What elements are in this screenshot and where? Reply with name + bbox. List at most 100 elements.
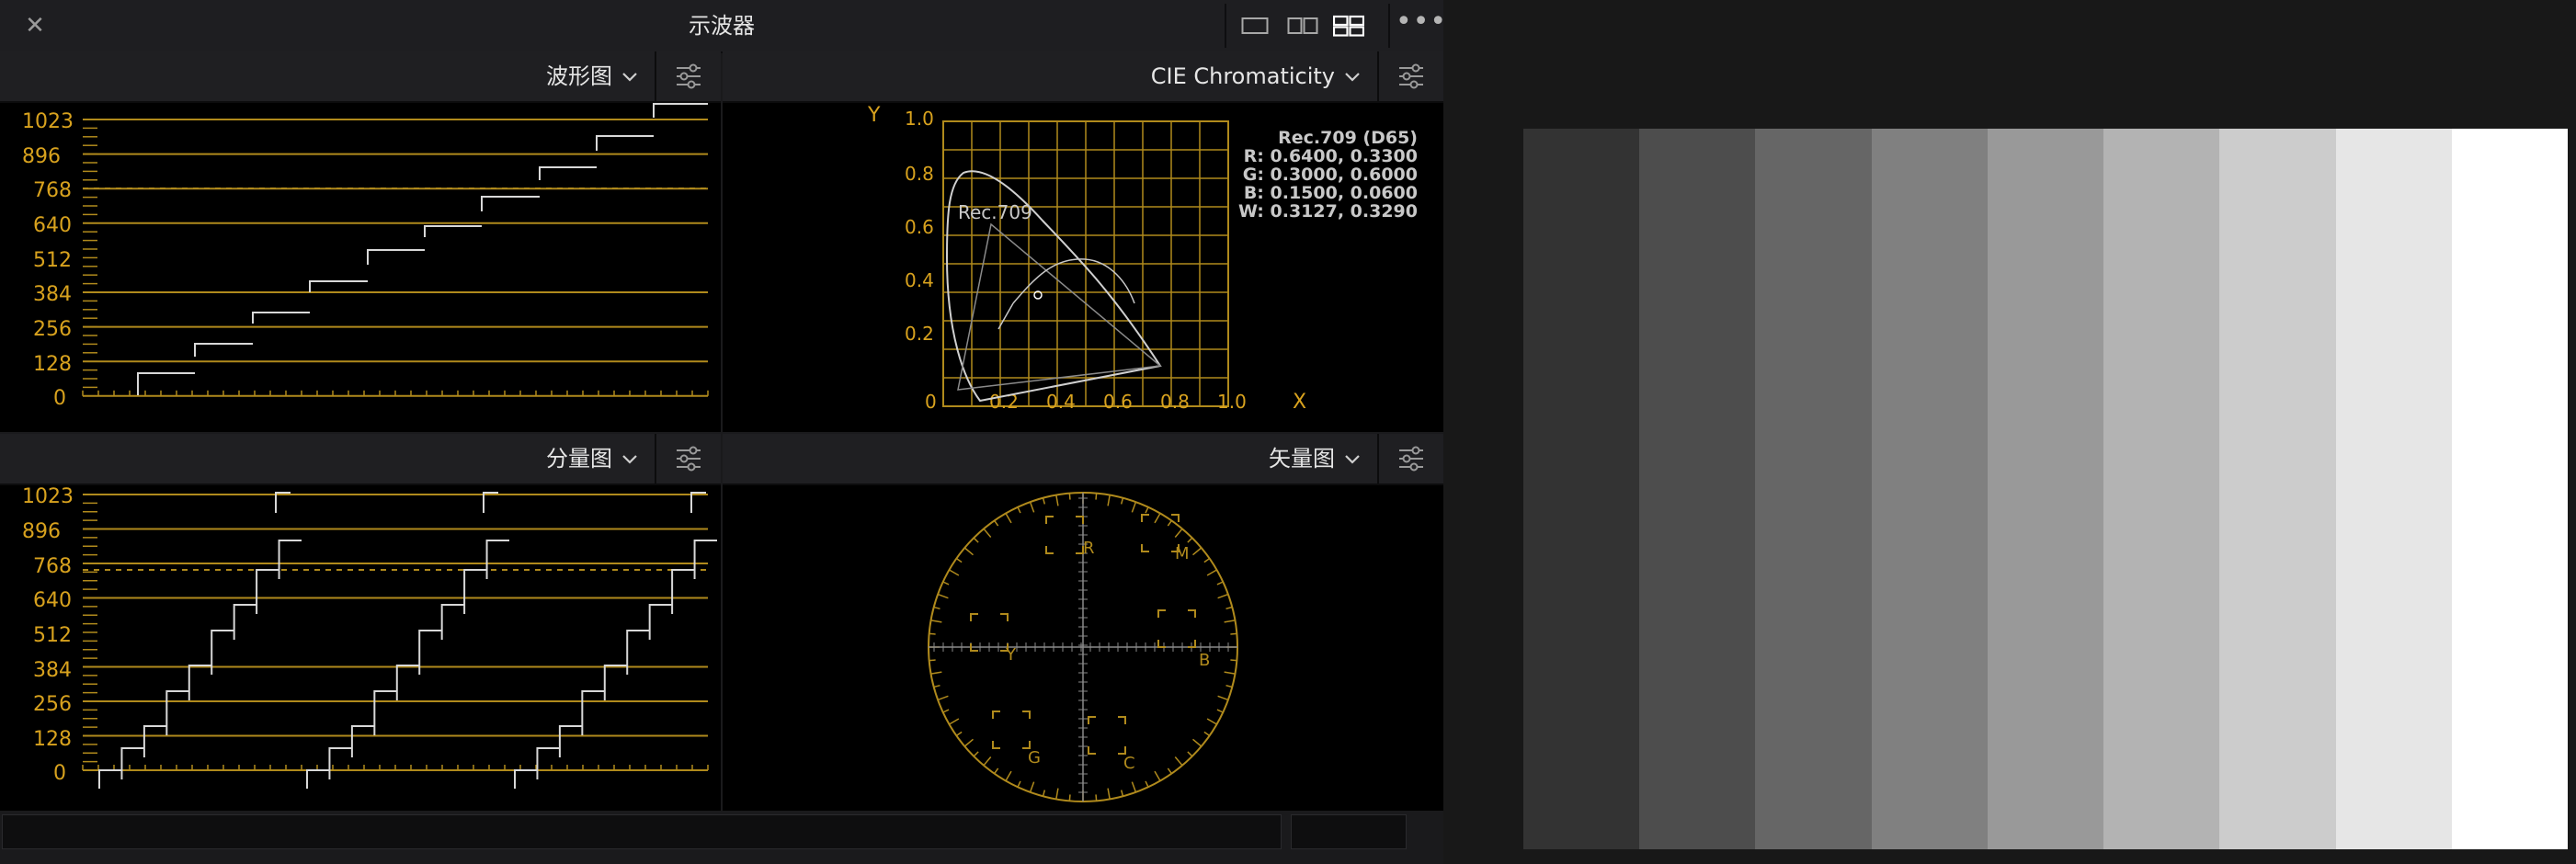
parade-channel-trace (483, 492, 498, 513)
cie-chromaticity-panel: CIE Chromaticity Y 1.0 0.8 0.6 0.4 0.2 0… (723, 51, 1443, 432)
parade-channel-trace (690, 492, 706, 513)
vectorscope-tick (955, 558, 963, 563)
vector-target-box (1045, 516, 1084, 554)
vectorscope-tick (1167, 519, 1172, 527)
settings-sliders-icon[interactable] (655, 51, 721, 101)
parade-tick-label: 640 (33, 589, 72, 612)
vectorscope-tick (1192, 547, 1203, 556)
vectorscope-tick (983, 528, 992, 538)
vector-target-box (992, 711, 1031, 749)
vector-target-label: G (1028, 748, 1041, 767)
chevron-down-icon (1345, 455, 1360, 464)
vectorscope-tick (930, 671, 942, 675)
settings-sliders-icon[interactable] (1377, 51, 1443, 101)
vectorscope-tick (1107, 495, 1111, 506)
parade-tick-label: 512 (33, 624, 72, 647)
vectorscope-tick (1217, 695, 1229, 701)
parade-tick-label: 896 (22, 520, 61, 543)
vectorscope-tick (1131, 781, 1137, 793)
vectorscope-tick (1055, 788, 1059, 800)
vector-target-label: M (1175, 544, 1190, 563)
vectorscope-tick (963, 738, 974, 747)
gray-bar (2451, 129, 2568, 849)
cie-diagram: Y 1.0 0.8 0.6 0.4 0.2 0 0.2 0.4 0.6 0.8 … (867, 104, 1418, 414)
vectorscope-tick (1174, 528, 1183, 538)
close-icon[interactable]: ✕ (20, 11, 50, 40)
vectorscope-tick (1068, 493, 1071, 500)
vectorscope-tick (949, 718, 960, 725)
cie-x-axis-label: X (1293, 391, 1306, 414)
scope-type-dropdown[interactable]: CIE Chromaticity (1151, 51, 1361, 101)
panel-header: 分量图 (0, 434, 721, 485)
title-bar: 示波器 ✕ ••• (0, 0, 1446, 53)
vectorscope-tick (1154, 513, 1161, 524)
planckian-locus (1012, 258, 1135, 304)
scope-type-dropdown[interactable]: 矢量图 (1269, 434, 1361, 483)
vectorscope-tick (973, 751, 979, 757)
vectorscope-tick (1225, 606, 1233, 610)
settings-sliders-icon[interactable] (1377, 434, 1443, 483)
parade-tick-label: 256 (33, 693, 72, 716)
gamut-label: Rec.709 (958, 201, 1032, 223)
vectorscope-tick (933, 606, 940, 610)
scope-type-dropdown[interactable]: 波形图 (546, 51, 638, 101)
waveform-display: 1023 896 768 640 512 384 256 128 0 (0, 103, 721, 432)
waveform-tick-label: 768 (33, 179, 72, 202)
vectorscope-tick (937, 593, 949, 599)
cie-y-axis-label: Y (867, 104, 881, 127)
vectorscope-tick (1230, 632, 1237, 635)
vectorscope-tick (1005, 513, 1012, 524)
vectorscope-tick (1068, 794, 1071, 801)
layout-double-icon[interactable] (1287, 13, 1318, 39)
vectorscope-tick (1217, 593, 1229, 599)
cie-y-tick: 0.2 (905, 323, 934, 345)
divider (1388, 4, 1390, 48)
panel-header: 矢量图 (723, 434, 1443, 485)
vector-target-label: R (1083, 539, 1095, 558)
settings-sliders-icon[interactable] (655, 434, 721, 483)
cie-y-tick: 0.8 (905, 163, 934, 185)
vectorscope-tick (994, 519, 999, 527)
vectorscope-tick (929, 659, 936, 662)
vector-target-box (1088, 716, 1126, 755)
layout-single-icon[interactable] (1241, 13, 1269, 39)
vectorscope-tick (1120, 497, 1124, 505)
vectorscope-tick (1042, 790, 1046, 797)
more-icon[interactable]: ••• (1396, 8, 1446, 42)
vectorscope-tick (994, 767, 999, 775)
vectorscope-tick (1017, 780, 1021, 788)
vectorscope-tick (1216, 709, 1224, 713)
parade-tick-label: 0 (53, 762, 66, 785)
gray-bar (1755, 129, 1872, 849)
scope-type-dropdown[interactable]: 分量图 (546, 434, 638, 483)
waveform-tick-label: 128 (33, 353, 72, 376)
vectorscope-tick (1029, 781, 1035, 793)
gray-bar (1871, 129, 1988, 849)
status-bar (0, 811, 1443, 864)
vectorscope-tick (973, 537, 979, 543)
vectorscope-tick (1131, 501, 1137, 513)
cie-info-line: B: 0.1500, 0.0600 (1244, 183, 1418, 203)
waveform-tick-label: 384 (33, 283, 72, 306)
vectorscope-tick (1206, 718, 1217, 725)
status-field (2, 814, 1282, 849)
vectorscope-tick (942, 709, 950, 713)
vectorscope-tick (1187, 751, 1193, 757)
scope-type-label: CIE Chromaticity (1150, 63, 1335, 89)
vectorscope-tick (1187, 537, 1193, 543)
waveform-tick-label: 640 (33, 214, 72, 237)
parade-channel-trace (98, 540, 302, 789)
status-field (1291, 814, 1407, 849)
vectorscope-tick (1167, 767, 1172, 775)
layout-quad-icon[interactable] (1333, 13, 1364, 39)
vectorscope-tick (955, 731, 963, 736)
vectorscope-tick (1145, 780, 1149, 788)
vectorscope-tick (1120, 790, 1124, 797)
gray-bar (1523, 129, 1640, 849)
vectorscope-tick (1203, 731, 1211, 736)
parade-channel-trace (306, 540, 509, 789)
vectorscope-tick (1005, 770, 1012, 781)
cie-info-line: W: 0.3127, 0.3290 (1238, 201, 1418, 222)
cie-x-tick: 1.0 (1217, 391, 1247, 413)
vectorscope-tick (1192, 738, 1203, 747)
